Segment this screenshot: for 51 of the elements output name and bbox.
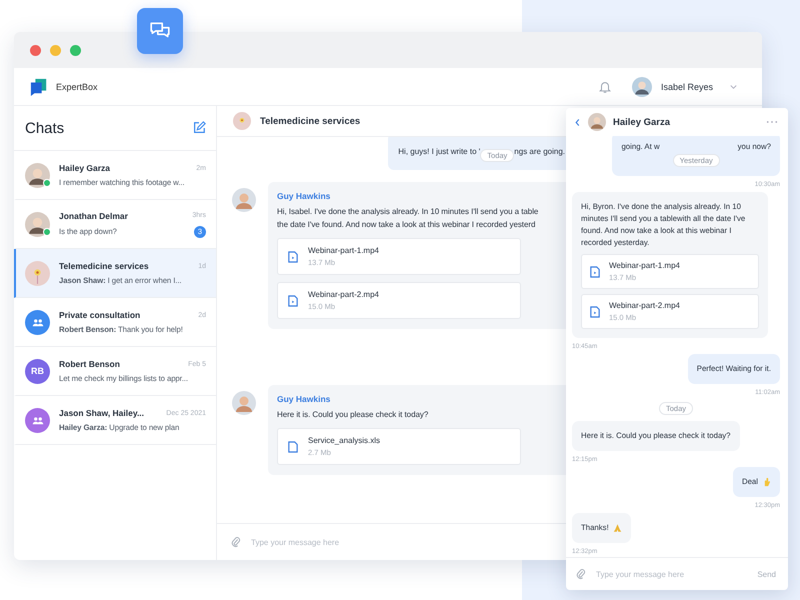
maximize-button[interactable] [70,44,81,56]
avatar [25,260,50,286]
video-file-icon [590,306,600,318]
video-file-icon [288,294,298,306]
people-icon [32,318,44,326]
brand-name: ExpertBox [56,82,98,92]
message-input[interactable]: Type your message here [251,538,401,546]
message-text: Hi, Isabel. I've done the analysis already. In 10 minutes I'll send you a table the date I've found. And now take a look at this webinar I recorded yesterd [277,206,540,231]
chat-name: Jonathan Delmar [59,210,128,220]
message-text: ngs are going. [514,147,565,156]
attachment-icon[interactable] [231,536,241,548]
file-name: Webinar-part-1.mp4 [609,261,680,270]
video-file-icon [288,250,298,262]
chat-title: Telemedicine services [260,116,360,126]
user-avatar[interactable] [632,76,652,96]
avatar [25,162,50,188]
attachment-icon[interactable] [576,568,586,580]
message-input[interactable]: Type your message here [596,570,746,578]
back-icon[interactable] [574,118,581,126]
logo-icon [30,78,48,96]
sender-name: Guy Hawkins [277,191,332,201]
close-button[interactable] [30,44,41,56]
video-file-icon [590,266,600,278]
chat-name: Private consultation [59,310,140,320]
file-name: Webinar-part-1.mp4 [308,246,379,255]
message-text: Here it is. Could you please check it today? [277,409,430,421]
avatar [25,212,50,236]
user-name[interactable]: Isabel Reyes [660,82,713,92]
more-icon[interactable] [766,120,778,124]
document-icon [288,440,298,452]
file-name: Service_analysis.xls [308,436,380,445]
minimize-button[interactable] [50,44,61,56]
chat-name: Hailey Garza [59,163,110,173]
avatar: RB [25,358,50,384]
compose-icon[interactable] [192,121,206,135]
chat-avatar [233,112,251,130]
hand-icon [762,477,771,487]
chat-name: Telemedicine services [59,261,149,271]
notification-bell-icon[interactable] [598,80,612,94]
file-name: Webinar-part-2.mp4 [308,290,379,299]
sender-name: Guy Hawkins [277,394,332,404]
people-icon [32,416,44,424]
message-text: Hi, guys! I just write to ' [398,147,480,156]
file-name: Webinar-part-2.mp4 [609,301,680,310]
chat-name: Jason Shaw, Hailey... [59,408,144,418]
chat-name: Robert Benson [59,359,120,369]
sender-avatar [232,391,256,415]
chats-heading: Chats [25,120,64,136]
contact-name: Hailey Garza [613,116,670,128]
contact-avatar [588,113,606,131]
sender-avatar [232,188,256,212]
